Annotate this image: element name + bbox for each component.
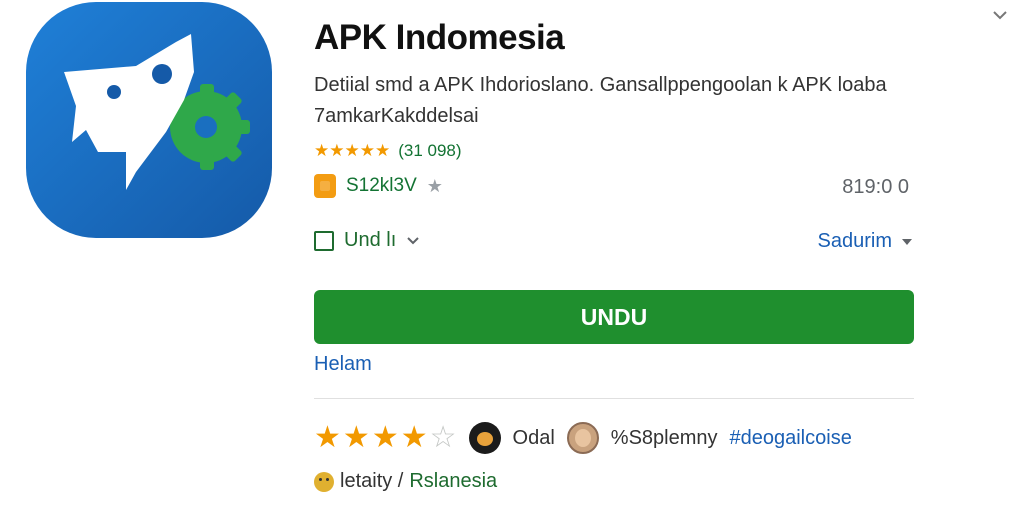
avatar[interactable] — [468, 422, 501, 454]
app-icon — [26, 2, 272, 238]
developer-row: S12kl3V ★ — [314, 174, 443, 198]
install-button[interactable]: UNDU — [314, 290, 914, 344]
chevron-down-icon[interactable] — [992, 8, 1008, 26]
star-icon[interactable]: ★ — [314, 423, 341, 453]
rating-summary: ★★★★★ (31 098) — [314, 141, 462, 161]
reviewer-name[interactable]: Odal — [513, 427, 555, 450]
checkbox-label: Und lı — [344, 229, 397, 251]
app-title: APK Indomesia — [314, 18, 565, 57]
divider — [314, 398, 914, 399]
avatar[interactable] — [566, 422, 599, 454]
sort-dropdown[interactable]: Sadurim — [818, 230, 912, 253]
app-price: 819:0 0 — [842, 176, 909, 198]
star-icon[interactable]: ★ — [343, 423, 370, 453]
star-empty-icon[interactable]: ☆ — [430, 423, 457, 453]
emoji-icon — [314, 471, 334, 492]
developer-name[interactable]: S12kl3V — [346, 175, 417, 197]
checkbox[interactable] — [314, 230, 334, 251]
caret-down-icon — [902, 238, 912, 245]
rating-stars: ★★★★★ — [314, 141, 391, 160]
footer-link[interactable]: Rslanesia — [409, 470, 497, 493]
reviewer-name[interactable]: %S8plemny — [611, 427, 718, 450]
more-link[interactable]: Helam — [314, 353, 372, 376]
app-description: Detiial smd a APK Ihdorioslano. Gansallp… — [314, 74, 887, 127]
footer-row: letaity / Rslanesia — [314, 470, 497, 493]
star-icon[interactable]: ★ — [401, 423, 428, 453]
filter-checkbox[interactable]: Und lı — [314, 229, 420, 252]
footer-text: letaity / — [340, 470, 404, 492]
sort-label: Sadurim — [817, 230, 892, 252]
rating-count: (31 098) — [398, 141, 462, 160]
review-stars[interactable]: ★ ★ ★ ★ ☆ — [314, 423, 457, 453]
hashtag-link[interactable]: #deogailcoise — [730, 427, 852, 450]
star-icon: ★ — [426, 175, 443, 196]
chevron-down-icon[interactable] — [406, 229, 420, 252]
developer-badge-icon — [314, 174, 336, 198]
star-icon[interactable]: ★ — [372, 423, 399, 453]
review-row: ★ ★ ★ ★ ☆ Odal %S8plemny #deogailcoise — [314, 422, 852, 454]
